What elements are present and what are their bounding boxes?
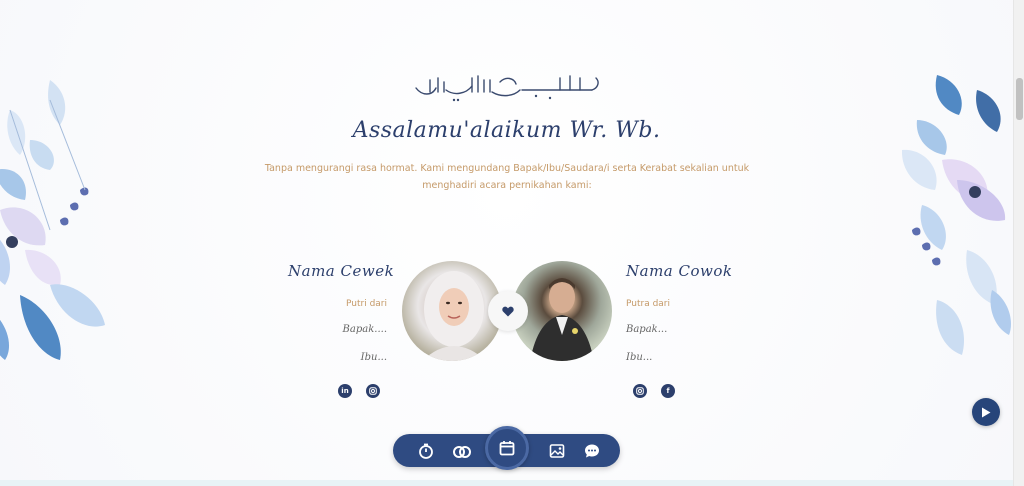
invitation-page: Assalamu'alaikum Wr. Wb. Tanpa mengurang… xyxy=(0,0,1013,486)
floral-decoration-right xyxy=(901,75,1012,355)
gallery-icon[interactable] xyxy=(548,442,566,460)
bride-photo xyxy=(402,261,502,361)
bride-relation: Putri dari xyxy=(346,299,387,309)
bride-instagram-icon[interactable] xyxy=(366,384,380,398)
salam-heading: Assalamu'alaikum Wr. Wb. xyxy=(352,118,661,143)
groom-mother: Ibu... xyxy=(626,352,653,363)
scrollbar-thumb[interactable] xyxy=(1016,78,1023,120)
music-play-button[interactable] xyxy=(972,398,1000,426)
bride-father: Bapak.... xyxy=(342,324,387,335)
timer-icon[interactable] xyxy=(417,442,435,460)
calendar-icon[interactable] xyxy=(485,426,529,470)
bride-name: Nama Cewek xyxy=(288,262,395,280)
bottom-strip xyxy=(0,480,1013,486)
rings-icon[interactable] xyxy=(451,442,473,460)
chat-icon[interactable] xyxy=(583,442,601,460)
bride-mother: Ibu... xyxy=(360,352,387,363)
bismillah-calligraphy xyxy=(415,75,599,102)
groom-relation: Putra dari xyxy=(626,299,671,309)
invitation-intro-text: Tanpa mengurangi rasa hormat. Kami mengu… xyxy=(264,163,750,191)
page-scrollbar[interactable] xyxy=(1013,0,1024,486)
groom-instagram-icon[interactable] xyxy=(633,384,647,398)
groom-facebook-icon[interactable]: f xyxy=(661,384,675,398)
groom-father: Bapak... xyxy=(626,324,668,335)
bottom-navbar xyxy=(393,426,620,470)
groom-name: Nama Cowok xyxy=(626,262,733,280)
heart-icon xyxy=(488,291,528,331)
floral-decoration-left xyxy=(0,80,105,360)
bride-linkedin-icon[interactable]: in xyxy=(338,384,352,398)
